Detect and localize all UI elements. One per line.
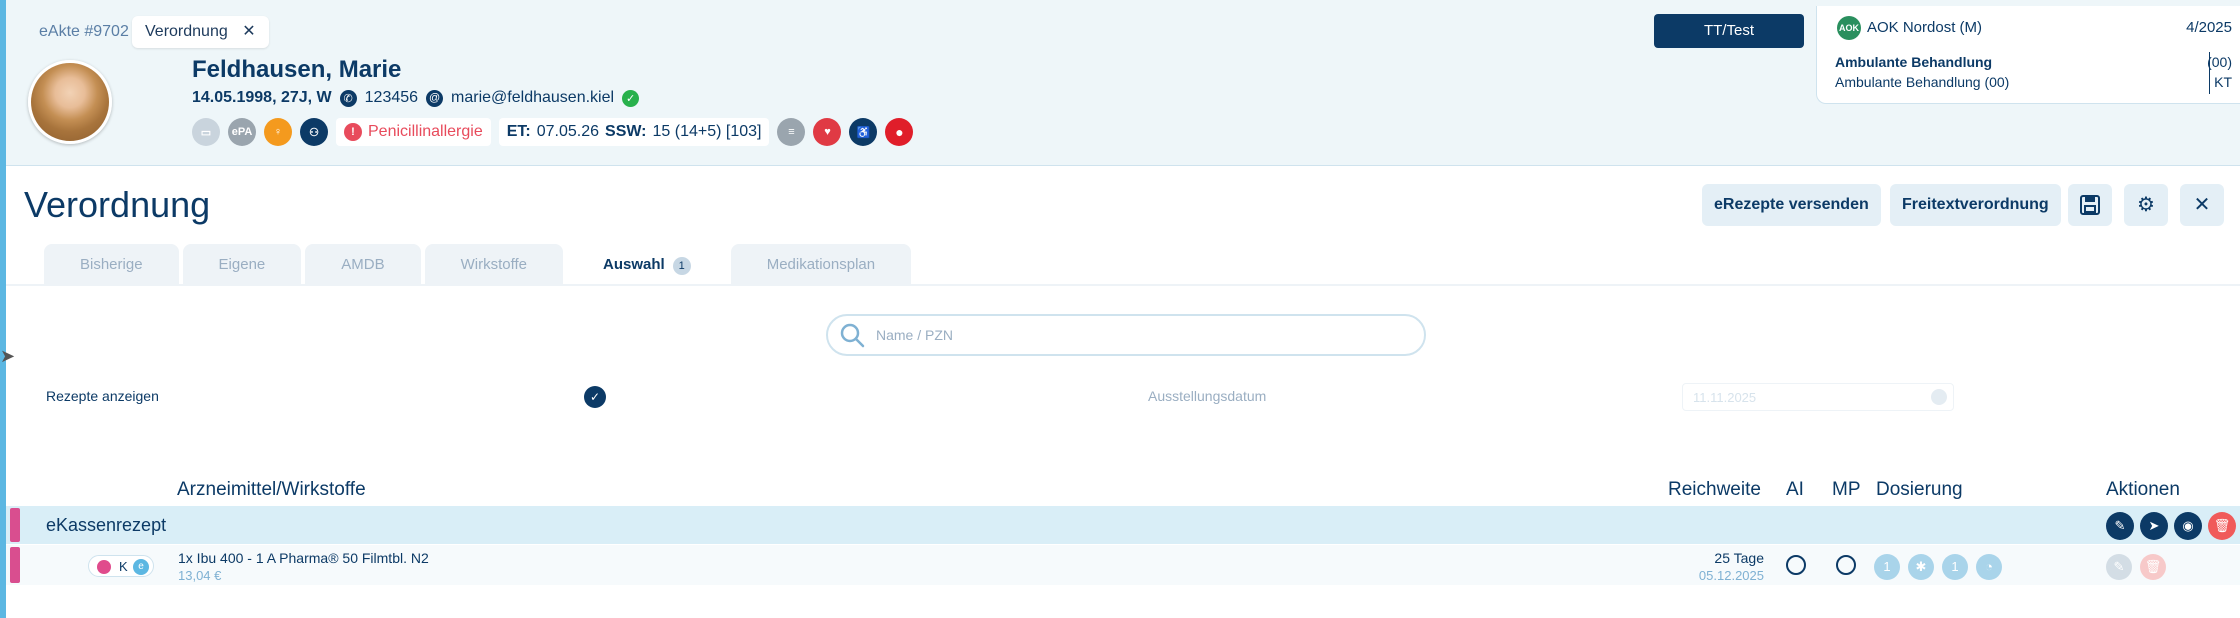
status-dot-icon [97,560,111,574]
row-status-chip[interactable]: K e [88,555,154,577]
reach-days: 25 Tage [1714,550,1764,566]
tab-divider [6,284,2240,286]
row-delete-icon[interactable]: 🗑 [2140,554,2166,580]
row-color-bar [10,547,20,583]
erezepte-versenden-button[interactable]: eRezepte versenden [1702,184,1881,226]
tab-amdb[interactable]: AMDB [305,244,421,284]
treatment-type: Ambulante Behandlung (00) [1835,74,2010,90]
insurance-code: (00) [2207,54,2232,70]
search-icon [840,323,865,348]
ssw-label: SSW: [605,123,647,140]
med-name[interactable]: 1x Ibu 400 - 1 A Pharma® 50 Filmtbl. N2 [178,550,429,566]
rezepte-anzeigen-label: Rezepte anzeigen [46,388,159,404]
edit-icon[interactable]: ✎ [2106,512,2134,540]
table-row[interactable]: K e 1x Ibu 400 - 1 A Pharma® 50 Filmtbl.… [6,545,2240,585]
group-label: eKassenrezept [46,515,167,535]
header-reichweite: Reichweite [1668,479,1761,500]
main-tabs: Bisherige Eigene AMDB Wirkstoffe Auswahl… [44,244,912,284]
pregnancy-icon[interactable]: ♀ [264,118,292,146]
patient-email[interactable]: marie@feldhausen.kiel [451,89,614,107]
group-color-bar [10,508,20,542]
allergy-label: Penicillinallergie [368,123,483,140]
dose-morning[interactable]: 1 [1874,554,1900,580]
tab-medikationsplan[interactable]: Medikationsplan [730,244,912,284]
blood-drop-icon[interactable]: ● [885,118,914,146]
smoking-icon[interactable]: ≡ [777,118,806,146]
card-icon[interactable]: ▭ [192,118,220,146]
tt-test-button[interactable]: TT/Test [1654,14,1804,48]
dose-noon-icon[interactable]: ✱ [1908,554,1934,580]
header-mp: MP [1832,479,1861,500]
tab-auswahl[interactable]: Auswahl 1 [567,244,727,284]
close-page-icon[interactable]: ✕ [2180,184,2224,226]
tab-auswahl-count: 1 [672,257,691,275]
gear-icon[interactable]: ⚙ [2124,184,2168,226]
eye-icon[interactable]: ◉ [2174,512,2202,540]
insurance-kt: KT [2214,74,2232,90]
family-icon[interactable]: ⚇ [300,118,328,146]
calendar-icon[interactable] [1931,389,1947,405]
phone-icon: ✆ [339,89,357,107]
warning-icon: ! [344,123,362,141]
patient-header: eAkte #9702 Verordnung ✕ Feldhausen, Mar… [6,0,2240,166]
tab-bisherige[interactable]: Bisherige [44,244,179,284]
kasse-tag: K [119,559,128,574]
dose-evening[interactable]: 1 [1942,554,1968,580]
mouse-cursor-icon: ➤ [0,346,16,366]
close-icon[interactable]: ✕ [242,23,255,40]
email-icon: @ [426,89,444,107]
ausstellungsdatum-input[interactable]: 11.11.2025 [1682,383,1954,411]
search-input[interactable]: Name / PZN [826,314,1426,356]
epa-badge[interactable]: ePA [228,118,256,146]
patient-phone[interactable]: 123456 [365,89,418,107]
ai-radio[interactable] [1786,555,1806,575]
aok-logo-icon: AOK [1837,16,1861,40]
allergy-badge[interactable]: ! Penicillinallergie [336,118,491,146]
et-label: ET: [506,123,531,140]
reach-date: 05.12.2025 [1698,568,1764,583]
freitextverordnung-button[interactable]: Freitextverordnung [1890,184,2061,226]
patient-badges: ▭ ePA ♀ ⚇ ! Penicillinallergie ET: 07.05… [192,118,914,146]
delete-icon[interactable]: 🗑 [2208,512,2236,540]
save-icon[interactable] [2068,184,2112,226]
row-edit-icon[interactable]: ✎ [2106,554,2132,580]
med-price: 13,04 € [178,568,222,583]
ssw-value: 15 (14+5) [103] [652,123,762,140]
send-icon[interactable]: ➤ [2140,512,2168,540]
header-aktionen: Aktionen [2106,479,2180,500]
tab-verordnung[interactable]: Verordnung ✕ [132,16,269,48]
mp-radio[interactable] [1836,555,1856,575]
app-window: eAkte #9702 Verordnung ✕ Feldhausen, Mar… [0,0,2240,618]
header-dosierung: Dosierung [1876,479,1963,500]
ausstellungsdatum-label: Ausstellungsdatum [1148,388,1267,404]
insurance-quarter: 4/2025 [2186,19,2232,36]
header-arzneimittel: Arzneimittel/Wirkstoffe [177,479,366,500]
et-ssw-badge: ET: 07.05.26 SSW: 15 (14+5) [103] [498,118,770,146]
insurance-card[interactable]: AOK AOK Nordost (M) 4/2025 Ambulante Beh… [1816,6,2240,104]
tab-auswahl-label: Auswahl [603,256,665,273]
heart-icon[interactable]: ♥ [813,118,842,146]
avatar [28,60,112,144]
group-ekassenrezept: eKassenrezept ✎ ➤ ◉ 🗑 [6,506,2240,544]
erezept-icon: e [133,559,149,575]
patient-dob: 14.05.1998, 27J, W [192,89,332,106]
insurance-name: AOK Nordost (M) [1867,19,1983,36]
tab-eigene[interactable]: Eigene [182,244,302,284]
verified-check-icon: ✓ [622,89,640,107]
disability-icon[interactable]: ♿ [849,118,878,146]
tab-verordnung-label: Verordnung [145,23,228,40]
patient-info: 14.05.1998, 27J, W ✆ 123456 @ marie@feld… [192,89,640,107]
search-placeholder: Name / PZN [876,327,954,343]
patient-name: Feldhausen, Marie [192,56,402,83]
treatment-type-bold: Ambulante Behandlung [1835,54,1993,70]
et-value: 07.05.26 [536,123,600,140]
dose-night-icon[interactable]: ◔ [1976,554,2002,580]
rezepte-anzeigen-checkbox[interactable]: ✓ [584,386,606,408]
header-ai: AI [1786,479,1804,500]
date-value: 11.11.2025 [1693,390,1757,405]
tab-eakte[interactable]: eAkte #9702 [26,16,142,48]
page-title: Verordnung [24,184,211,225]
tab-wirkstoffe[interactable]: Wirkstoffe [424,244,564,284]
